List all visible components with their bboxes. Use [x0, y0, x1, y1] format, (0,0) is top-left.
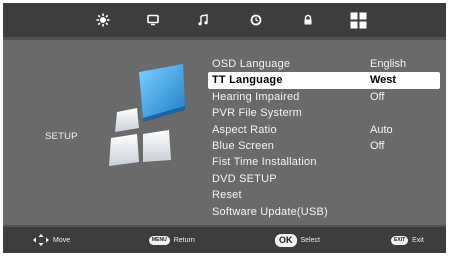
- tab-channel[interactable]: [138, 3, 168, 37]
- menu-item[interactable]: Blue Screen Off: [208, 138, 440, 154]
- menu-item[interactable]: Fist Time Installation: [208, 154, 440, 170]
- lock-icon: [304, 14, 312, 25]
- music-icon: [198, 14, 208, 26]
- menu-item-label: TT Language: [212, 74, 283, 87]
- tab-setup[interactable]: [343, 3, 373, 37]
- select-label: Select: [300, 236, 320, 244]
- setup-grid-icon: [350, 12, 366, 28]
- tv-icon: [147, 14, 159, 26]
- tab-picture[interactable]: [88, 3, 118, 37]
- bottom-hint-bar: Move MENU Return OK Select EXIT Exit: [3, 227, 446, 253]
- menu-item-value: Off: [370, 90, 385, 103]
- menu-item-value: Auto: [370, 123, 393, 136]
- tab-time[interactable]: [241, 3, 271, 37]
- ok-key: OK: [275, 233, 297, 247]
- hint-return: MENU Return: [149, 227, 195, 253]
- return-label: Return: [173, 236, 195, 244]
- top-menu-bar: [3, 3, 446, 37]
- menu-item[interactable]: OSD Language English: [208, 56, 440, 72]
- menu-item-label: Reset: [212, 189, 242, 202]
- panel-title: SETUP: [45, 131, 78, 142]
- exit-label: Exit: [412, 236, 424, 244]
- clock-icon: [250, 14, 262, 26]
- menu-item-label: Software Update(USB): [212, 205, 328, 218]
- menu-item[interactable]: TT Language West: [208, 72, 440, 89]
- hint-exit: EXIT Exit: [391, 227, 424, 253]
- exit-key: EXIT: [391, 235, 409, 245]
- menu-item-value: Off: [370, 139, 385, 152]
- setup-menu-list: OSD Language English TT Language West Hearin…: [208, 56, 440, 220]
- menu-item-label: Aspect Ratio: [212, 123, 277, 136]
- menu-item-value: West: [370, 74, 397, 87]
- menu-item-value: English: [370, 58, 407, 70]
- menu-item[interactable]: PVR File Systerm: [208, 105, 440, 121]
- menu-item[interactable]: DVD SETUP: [208, 171, 440, 187]
- setup-panel: SETUP OSD Language English TT Language West…: [3, 40, 446, 225]
- tab-lock[interactable]: [293, 3, 323, 37]
- arrow-keys-icon: [33, 234, 49, 246]
- setup-tiles-icon: [109, 64, 185, 166]
- hint-move: Move: [33, 227, 70, 253]
- menu-item[interactable]: Hearing Impaired Off: [208, 89, 440, 105]
- picture-icon: [96, 13, 110, 27]
- tab-sound[interactable]: [188, 3, 218, 37]
- menu-item[interactable]: Software Update(USB): [208, 204, 440, 220]
- move-label: Move: [53, 236, 71, 244]
- menu-item-label: Fist Time Installation: [212, 156, 317, 169]
- menu-item-label: OSD Language: [212, 58, 291, 70]
- hint-select: OK Select: [275, 227, 320, 253]
- menu-item-label: PVR File Systerm: [212, 107, 302, 120]
- menu-item[interactable]: Aspect Ratio Auto: [208, 122, 440, 138]
- menu-item-label: Blue Screen: [212, 139, 275, 152]
- tv-screen: SETUP OSD Language English TT Language West…: [3, 3, 446, 253]
- menu-item[interactable]: Reset: [208, 187, 440, 203]
- menu-key: MENU: [149, 235, 170, 245]
- menu-item-label: DVD SETUP: [212, 172, 277, 185]
- menu-item-label: Hearing Impaired: [212, 90, 300, 103]
